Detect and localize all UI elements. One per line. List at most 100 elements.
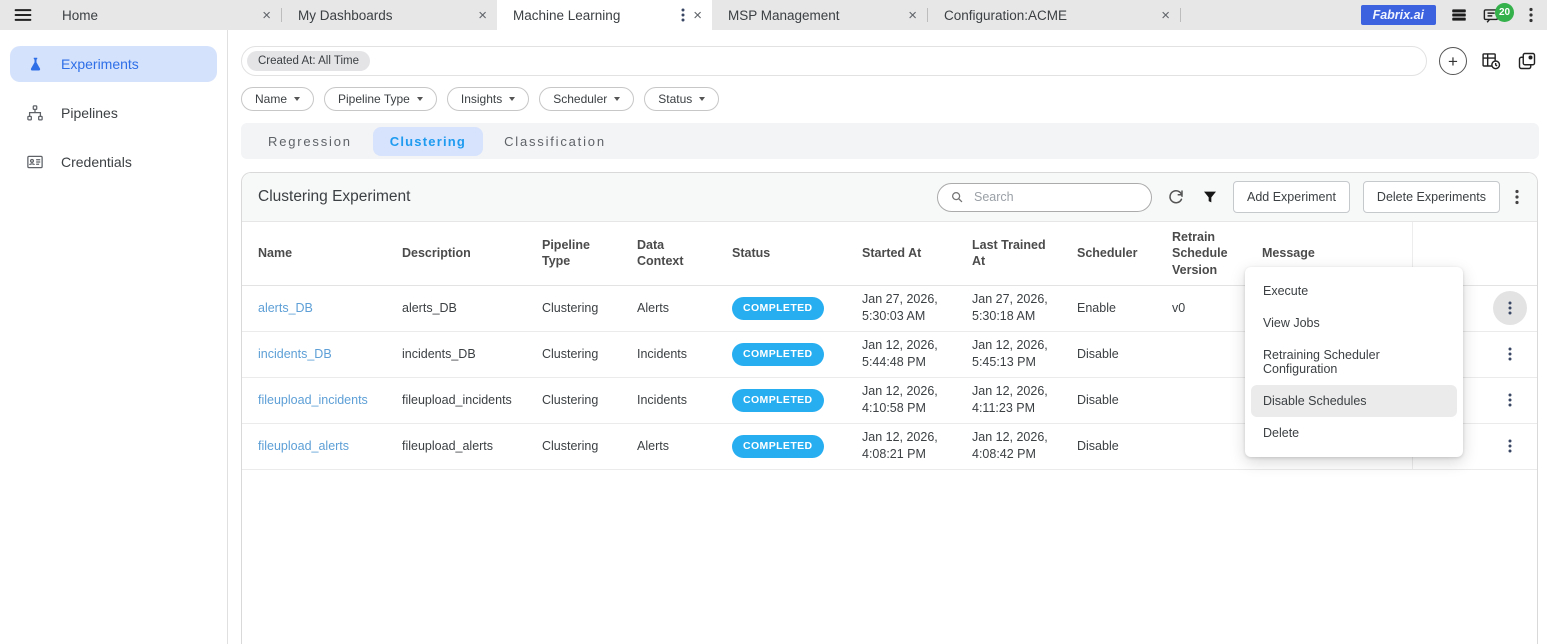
table-kebab-icon[interactable] bbox=[1513, 189, 1521, 205]
experiment-name-link[interactable]: alerts_DB bbox=[258, 301, 313, 315]
pipeline-icon bbox=[25, 104, 45, 122]
browser-tab-home[interactable]: Home× bbox=[46, 0, 281, 30]
menu-item-view-jobs[interactable]: View Jobs bbox=[1245, 307, 1463, 339]
menu-item-execute[interactable]: Execute bbox=[1245, 275, 1463, 307]
hamburger-menu-icon[interactable] bbox=[0, 0, 46, 30]
experiment-name-link[interactable]: fileupload_alerts bbox=[258, 439, 349, 453]
tab-close-icon[interactable]: × bbox=[262, 8, 271, 23]
sidebar-item-label: Credentials bbox=[61, 154, 132, 170]
cell-description: fileupload_incidents bbox=[392, 377, 532, 423]
cell-data-context: Incidents bbox=[627, 331, 722, 377]
status-badge: COMPLETED bbox=[732, 435, 824, 458]
cell-started-at: Jan 12, 2026, 5:44:48 PM bbox=[852, 331, 962, 377]
notification-count-badge: 20 bbox=[1495, 3, 1514, 22]
cell-name: alerts_DB bbox=[242, 285, 392, 331]
sidebar-item-credentials[interactable]: Credentials bbox=[10, 144, 217, 180]
tab-close-icon[interactable]: × bbox=[1161, 8, 1170, 23]
copy-views-icon[interactable] bbox=[1515, 51, 1539, 71]
experiment-name-link[interactable]: incidents_DB bbox=[258, 347, 332, 361]
filter-dropdowns: Name Pipeline Type Insights Scheduler Status bbox=[241, 87, 1547, 111]
topbar-right-cluster: Fabrix.ai 20 bbox=[1361, 0, 1547, 30]
sidebar: Experiments Pipelines Credentials bbox=[0, 30, 228, 644]
cell-name: fileupload_alerts bbox=[242, 423, 392, 469]
sidebar-item-label: Experiments bbox=[61, 56, 139, 72]
fabrix-logo[interactable]: Fabrix.ai bbox=[1361, 5, 1436, 25]
chat-button[interactable]: 20 bbox=[1482, 6, 1501, 25]
cell-data-context: Alerts bbox=[627, 423, 722, 469]
cell-started-at: Jan 12, 2026, 4:08:21 PM bbox=[852, 423, 962, 469]
add-experiment-button[interactable]: Add Experiment bbox=[1233, 181, 1350, 213]
column-header-retrain-schedule-version: Retrain Schedule Version bbox=[1162, 222, 1252, 285]
tab-divider bbox=[1180, 8, 1181, 22]
status-badge: COMPLETED bbox=[732, 297, 824, 320]
browser-tab-msp-management[interactable]: MSP Management× bbox=[712, 0, 927, 30]
tab-close-icon[interactable]: × bbox=[908, 8, 917, 23]
menu-item-disable-schedules[interactable]: Disable Schedules bbox=[1251, 385, 1457, 417]
filter-chip-created-at[interactable]: Created At: All Time bbox=[247, 51, 370, 71]
cell-pipeline-type: Clustering bbox=[532, 423, 627, 469]
cell-retrain-schedule-version bbox=[1162, 331, 1252, 377]
stack-icon[interactable] bbox=[1450, 6, 1468, 24]
filter-dropdown-insights[interactable]: Insights bbox=[447, 87, 529, 111]
tab-classification[interactable]: Classification bbox=[487, 127, 623, 156]
browser-tab-configuration-acme[interactable]: Configuration:ACME× bbox=[928, 0, 1180, 30]
topbar-kebab-icon[interactable] bbox=[1529, 7, 1533, 23]
status-badge: COMPLETED bbox=[732, 343, 824, 366]
filter-dropdown-scheduler[interactable]: Scheduler bbox=[539, 87, 634, 111]
browser-tab-machine-learning[interactable]: Machine Learning × bbox=[497, 0, 712, 30]
cell-status: COMPLETED bbox=[722, 285, 852, 331]
cell-data-context: Incidents bbox=[627, 377, 722, 423]
column-header-last-trained-at: Last Trained At bbox=[962, 222, 1067, 285]
chevron-down-icon bbox=[417, 97, 423, 101]
tab-label: Machine Learning bbox=[513, 8, 675, 23]
sidebar-item-experiments[interactable]: Experiments bbox=[10, 46, 217, 82]
column-header-pipeline-type: Pipeline Type bbox=[532, 222, 627, 285]
row-actions-kebab[interactable] bbox=[1493, 383, 1527, 417]
sidebar-item-label: Pipelines bbox=[61, 105, 118, 121]
cell-pipeline-type: Clustering bbox=[532, 377, 627, 423]
cell-description: incidents_DB bbox=[392, 331, 532, 377]
filter-bar: Created At: All Time + bbox=[241, 46, 1539, 76]
cell-scheduler: Disable bbox=[1067, 377, 1162, 423]
tab-menu-kebab-icon[interactable] bbox=[681, 8, 685, 22]
filter-dropdown-status[interactable]: Status bbox=[644, 87, 719, 111]
cell-last-trained-at: Jan 12, 2026, 4:08:42 PM bbox=[962, 423, 1067, 469]
flask-icon bbox=[25, 56, 45, 73]
search-icon bbox=[950, 190, 964, 204]
table-clock-icon[interactable] bbox=[1479, 51, 1503, 71]
tab-label: My Dashboards bbox=[298, 8, 470, 23]
row-context-menu: ExecuteView JobsRetraining Scheduler Con… bbox=[1245, 267, 1463, 457]
row-actions-kebab[interactable] bbox=[1493, 291, 1527, 325]
cell-retrain-schedule-version bbox=[1162, 377, 1252, 423]
status-badge: COMPLETED bbox=[732, 389, 824, 412]
add-filter-button[interactable]: + bbox=[1439, 47, 1467, 75]
tab-clustering[interactable]: Clustering bbox=[373, 127, 483, 156]
cell-scheduler: Enable bbox=[1067, 285, 1162, 331]
experiment-name-link[interactable]: fileupload_incidents bbox=[258, 393, 368, 407]
row-actions-kebab[interactable] bbox=[1493, 337, 1527, 371]
filter-funnel-icon[interactable] bbox=[1200, 189, 1220, 205]
filter-dropdown-pipeline-type[interactable]: Pipeline Type bbox=[324, 87, 437, 111]
menu-item-delete[interactable]: Delete bbox=[1245, 417, 1463, 449]
filter-dropdown-label: Status bbox=[658, 92, 692, 106]
cell-last-trained-at: Jan 12, 2026, 4:11:23 PM bbox=[962, 377, 1067, 423]
chevron-down-icon bbox=[294, 97, 300, 101]
tab-close-icon[interactable]: × bbox=[478, 8, 487, 23]
filter-dropdown-name[interactable]: Name bbox=[241, 87, 314, 111]
table-toolbar: Clustering Experiment Add Experiment Del… bbox=[242, 173, 1537, 222]
sidebar-item-pipelines[interactable]: Pipelines bbox=[10, 95, 217, 131]
cell-status: COMPLETED bbox=[722, 331, 852, 377]
row-actions-kebab[interactable] bbox=[1493, 429, 1527, 463]
chevron-down-icon bbox=[699, 97, 705, 101]
refresh-icon[interactable] bbox=[1165, 188, 1187, 206]
menu-item-retraining-scheduler-configuration[interactable]: Retraining Scheduler Configuration bbox=[1245, 339, 1463, 385]
delete-experiments-button[interactable]: Delete Experiments bbox=[1363, 181, 1500, 213]
tab-close-icon[interactable]: × bbox=[693, 8, 702, 23]
browser-tab-my-dashboards[interactable]: My Dashboards × bbox=[282, 0, 497, 30]
search-input[interactable] bbox=[972, 189, 1139, 205]
cell-status: COMPLETED bbox=[722, 377, 852, 423]
applied-filters-container: Created At: All Time bbox=[241, 46, 1427, 76]
cell-scheduler: Disable bbox=[1067, 331, 1162, 377]
tab-regression[interactable]: Regression bbox=[251, 127, 369, 156]
cell-started-at: Jan 12, 2026, 4:10:58 PM bbox=[852, 377, 962, 423]
